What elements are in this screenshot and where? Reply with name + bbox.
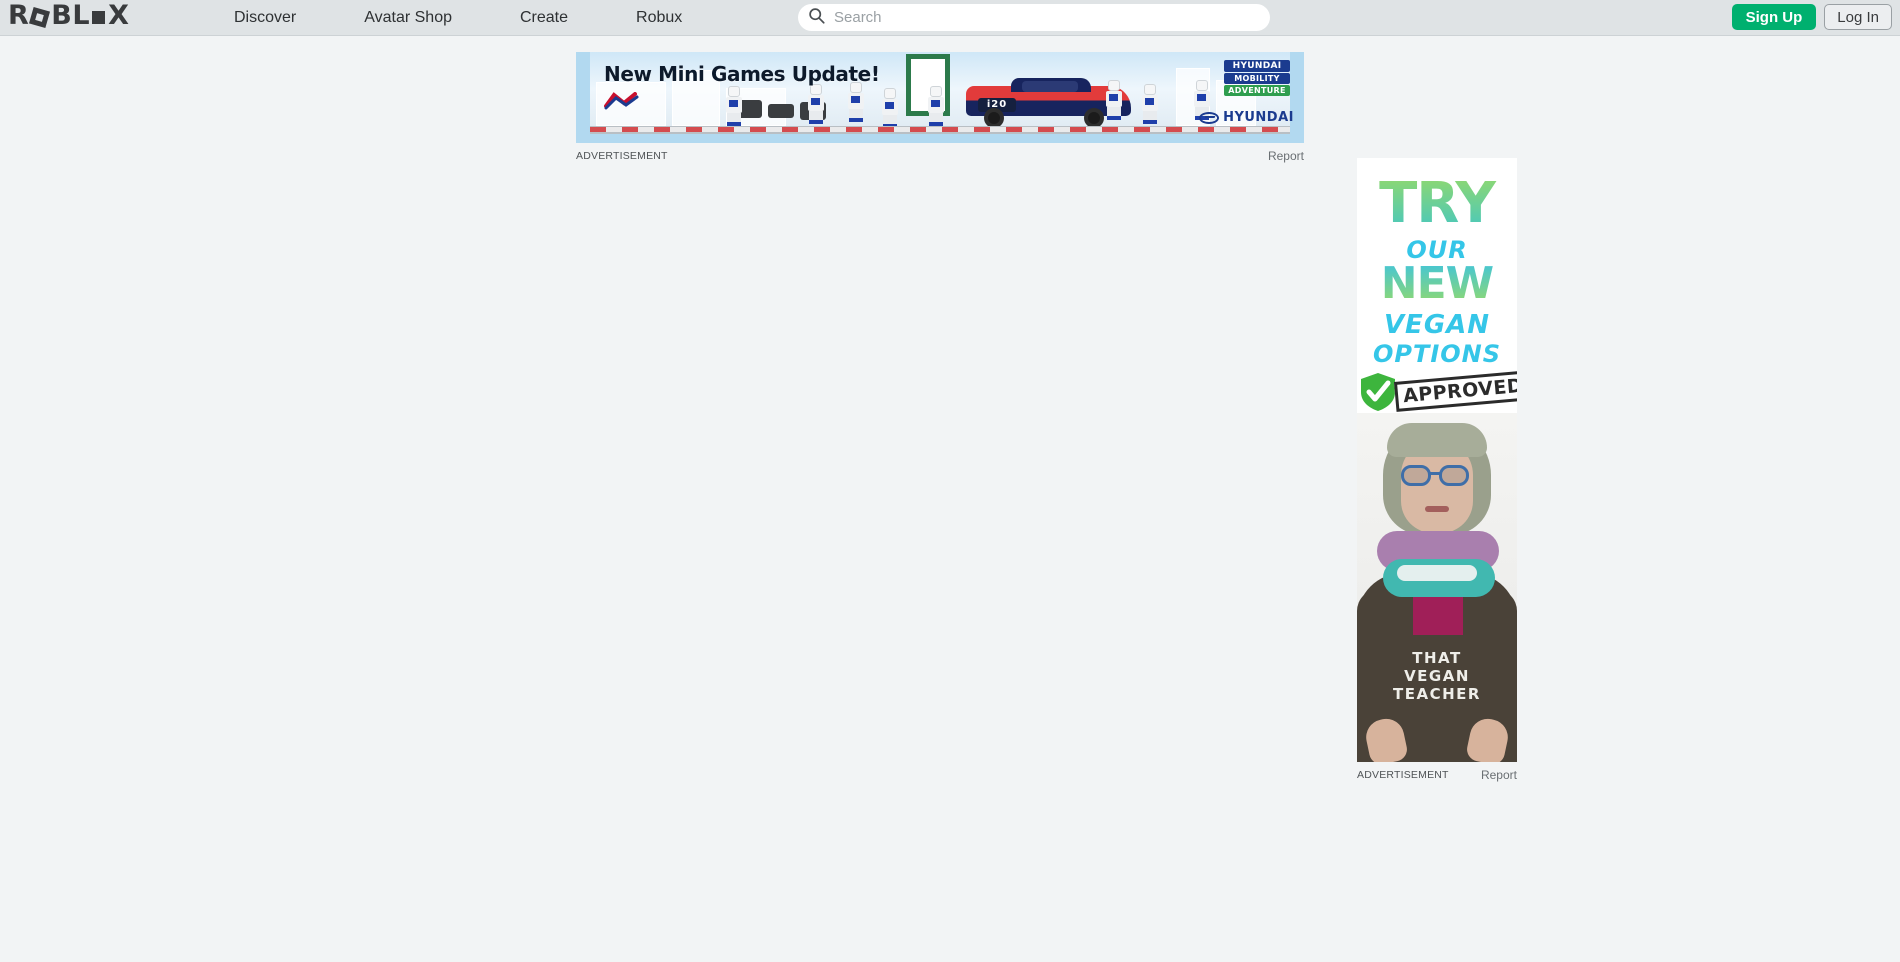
roblox-logo[interactable]: R B L X (8, 0, 129, 31)
nav-item-create[interactable]: Create (486, 0, 602, 36)
shirt-text-line-1: THAT (1412, 649, 1462, 667)
banner-track-kerb (590, 127, 1290, 132)
car-wheel (984, 108, 1004, 128)
vertical-advertisement-image[interactable]: TRY OUR NEW VEGAN OPTIONS APPROVED THAT … (1357, 158, 1517, 762)
nav-item-avatar-shop[interactable]: Avatar Shop (330, 0, 486, 36)
logo-diamond-o (29, 6, 51, 28)
banner-pit-crew-member (808, 84, 824, 124)
n-performance-logo-icon (604, 92, 640, 110)
hyundai-emblem-icon (1199, 111, 1220, 124)
vertical-ad-line-vegan: VEGAN (1383, 310, 1491, 340)
vertical-ad-line-try: TRY (1357, 176, 1517, 232)
vertical-ad-meta: ADVERTISEMENT Report (1357, 768, 1517, 782)
badge-line-hyundai: HYUNDAI (1224, 60, 1290, 72)
vertical-ad-line-options: OPTIONS (1372, 340, 1502, 368)
banner-pit-crew-member (1106, 80, 1122, 120)
photo-person-fringe (1387, 423, 1487, 457)
photo-person-scarf-white (1397, 565, 1477, 581)
roblox-logo-wordmark: R B L X (8, 0, 129, 31)
logo-letter-l: L (72, 0, 90, 31)
hyundai-mobility-adventure-badge: HYUNDAI MOBILITY ADVENTURE (1224, 60, 1290, 96)
banner-pit-crew-member (848, 82, 864, 122)
shirt-text-line-2: VEGAN (1404, 667, 1470, 685)
photo-person-glasses-left (1401, 465, 1431, 486)
photo-person-glasses-bridge (1430, 472, 1440, 475)
banner-pit-crew-member (726, 86, 742, 126)
auth-buttons: Sign Up Log In (1731, 4, 1892, 30)
vertical-ad-line-new: NEW (1357, 262, 1517, 306)
badge-line-mobility: MOBILITY (1224, 73, 1290, 84)
site-header: R B L X Discover Avatar Shop Create Robu… (0, 0, 1900, 36)
banner-pit-crew-member (928, 86, 944, 126)
car-wheel (1084, 108, 1104, 128)
approved-badge-row: APPROVED (1357, 370, 1517, 412)
search-icon (808, 7, 825, 29)
banner-pit-crew-member (1142, 84, 1158, 124)
search-bar[interactable] (798, 4, 1270, 31)
hyundai-brand-logo: HYUNDAI (1199, 110, 1294, 125)
vertical-report-link[interactable]: Report (1481, 768, 1517, 782)
banner-report-link[interactable]: Report (1268, 149, 1304, 163)
photo-shirt-text: THAT VEGAN TEACHER (1357, 649, 1517, 703)
banner-advertisement-label: ADVERTISEMENT (576, 150, 668, 162)
sign-up-button[interactable]: Sign Up (1731, 4, 1817, 30)
banner-pit-crew-member (882, 88, 898, 128)
hyundai-wordmark: HYUNDAI (1223, 110, 1294, 125)
log-in-button[interactable]: Log In (1824, 4, 1892, 30)
shield-check-icon (1359, 372, 1397, 412)
vertical-advertisement-label: ADVERTISEMENT (1357, 769, 1449, 781)
banner-headline: New Mini Games Update! (604, 62, 880, 86)
nav-item-robux[interactable]: Robux (602, 0, 716, 36)
logo-square-o (92, 10, 106, 24)
car-window (1022, 81, 1078, 92)
vertical-ad-text-panel: TRY OUR NEW VEGAN OPTIONS APPROVED (1357, 158, 1517, 438)
badge-line-adventure: ADVENTURE (1224, 85, 1290, 96)
search-input[interactable] (834, 6, 1254, 29)
banner-ad-meta: ADVERTISEMENT Report (576, 149, 1304, 163)
banner-advertisement-image[interactable]: i20 New Mini Games Update! HYUNDAI MOBIL… (576, 52, 1304, 143)
shirt-text-line-3: TEACHER (1393, 685, 1481, 703)
photo-person-mouth (1425, 506, 1449, 512)
vertical-ad-photo: THAT VEGAN TEACHER (1357, 413, 1517, 762)
primary-navigation: Discover Avatar Shop Create Robux (200, 0, 716, 36)
vertical-advertisement-block: TRY OUR NEW VEGAN OPTIONS APPROVED THAT … (1357, 158, 1517, 782)
photo-person-glasses-right (1439, 465, 1469, 486)
banner-advertisement-block: i20 New Mini Games Update! HYUNDAI MOBIL… (576, 52, 1304, 163)
logo-letter-b: B (51, 0, 72, 31)
logo-letter-x: X (108, 0, 129, 31)
logo-letter-r: R (8, 0, 29, 31)
nav-item-discover[interactable]: Discover (200, 0, 330, 36)
approved-stamp: APPROVED (1393, 370, 1517, 412)
banner-tire-stack (768, 104, 794, 118)
